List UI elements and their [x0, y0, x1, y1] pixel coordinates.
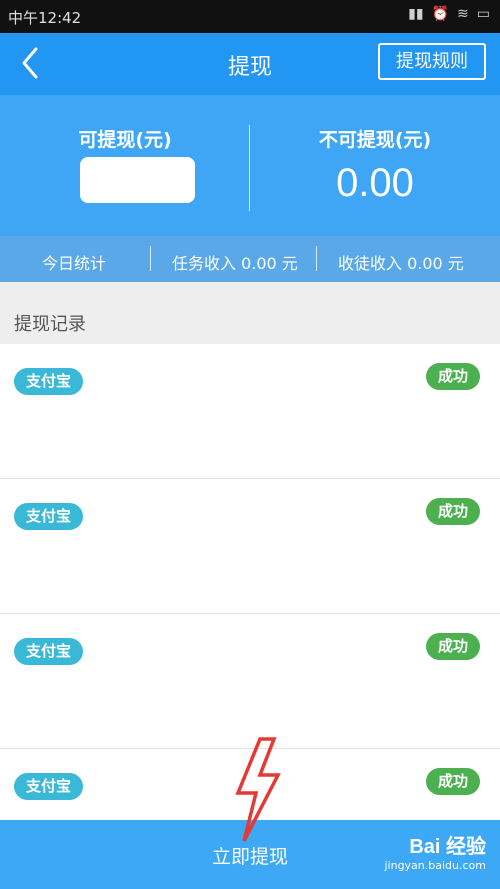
wifi-icon: ≋ [457, 6, 469, 22]
alarm-icon: ⏰ [431, 6, 450, 22]
record-item[interactable]: 支付宝 成功 [0, 614, 500, 749]
non-withdrawable-label: 不可提现(元) [318, 129, 432, 151]
signal-icon: ▮▮ [408, 6, 424, 22]
non-withdrawable-amount: 0.00 [336, 161, 414, 205]
stats-bar: 今日统计 任务收入 0.00 元 收徒收入 0.00 元 [0, 236, 500, 282]
stats-divider [316, 246, 317, 271]
alipay-badge: 支付宝 [14, 773, 83, 800]
withdraw-rules-button[interactable]: 提现规则 [378, 43, 486, 80]
non-withdrawable-section: 不可提现(元) 0.00 [250, 95, 500, 236]
lightning-annotation-icon [235, 737, 281, 842]
title-bar: 提现 提现规则 [0, 33, 500, 95]
disciple-income: 收徒收入 0.00 元 [338, 254, 464, 273]
records-title: 提现记录 [14, 314, 86, 335]
success-badge: 成功 [426, 768, 480, 795]
success-badge: 成功 [426, 633, 480, 660]
records-header: 提现记录 [0, 282, 500, 344]
alipay-badge: 支付宝 [14, 638, 83, 665]
baidu-watermark: Bai 经验 jingyan.baidu.com [384, 830, 486, 872]
alipay-badge: 支付宝 [14, 368, 83, 395]
stats-divider [150, 246, 151, 271]
record-item[interactable]: 支付宝 成功 [0, 479, 500, 614]
battery-icon: ▭ [476, 6, 490, 22]
record-item[interactable]: 支付宝 成功 [0, 344, 500, 479]
withdrawable-section: 可提现(元) [0, 95, 250, 236]
success-badge: 成功 [426, 498, 480, 525]
status-bar: 中午12:42 ▮▮ ⏰ ≋ ▭ [0, 0, 500, 33]
status-icons: ▮▮ ⏰ ≋ ▭ [408, 6, 490, 22]
today-stats-label: 今日统计 [42, 254, 107, 273]
success-badge: 成功 [426, 363, 480, 390]
withdrawable-amount-box [80, 157, 195, 203]
alipay-badge: 支付宝 [14, 503, 83, 530]
status-time: 中午12:42 [8, 9, 82, 27]
task-income: 任务收入 0.00 元 [172, 254, 298, 273]
watermark-url: jingyan.baidu.com [384, 859, 486, 872]
watermark-logo: Bai 经验 [409, 836, 486, 858]
balance-panel: 可提现(元) 不可提现(元) 0.00 [0, 95, 500, 236]
withdrawable-label: 可提现(元) [78, 129, 172, 151]
